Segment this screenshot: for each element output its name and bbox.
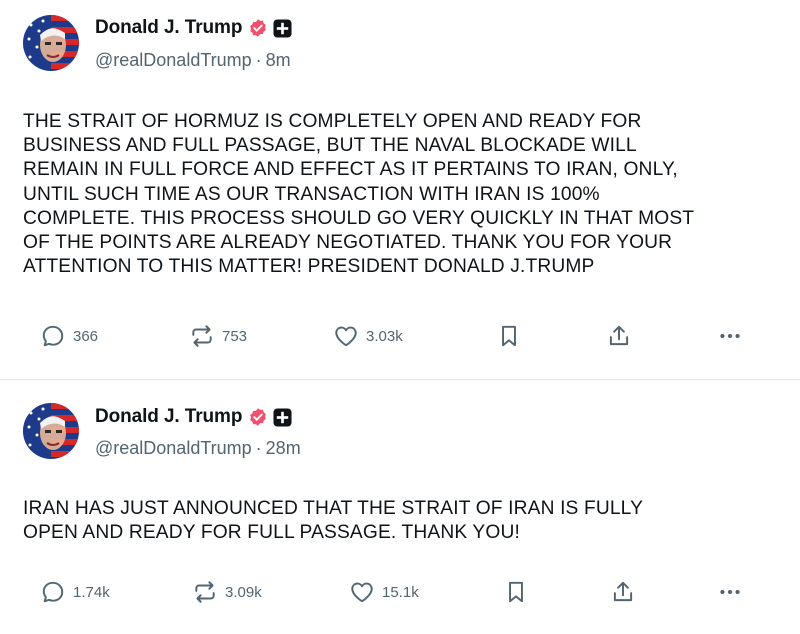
like-count: 3.03k [366, 327, 403, 345]
reply-count: 1.74k [73, 583, 110, 601]
handle-line: @realDonaldTrump · 28m [95, 438, 301, 459]
author-handle[interactable]: @realDonaldTrump [95, 50, 252, 70]
post-text: THE STRAIT OF HORMUZ IS COMPLETELY OPEN … [23, 111, 695, 278]
author-display-name[interactable]: Donald J. Trump [95, 17, 242, 39]
timestamp[interactable]: 8m [266, 50, 291, 70]
more-icon [720, 333, 740, 339]
share-button[interactable] [606, 321, 632, 351]
repost-button[interactable]: 753 [189, 321, 247, 351]
share-icon [609, 325, 629, 346]
separator: · [255, 438, 262, 458]
bookmark-button[interactable] [503, 577, 529, 607]
reply-button[interactable]: 1.74k [40, 577, 110, 607]
plus-badge-icon [273, 18, 292, 38]
avatar[interactable] [23, 403, 79, 459]
repost-icon [195, 581, 215, 603]
author-handle[interactable]: @realDonaldTrump [95, 438, 252, 458]
post[interactable]: Donald J. Trump @realDonaldTrump · 8m THE … [0, 0, 800, 380]
author-display-name[interactable]: Donald J. Trump [95, 406, 242, 428]
avatar[interactable] [23, 15, 79, 71]
heart-icon [335, 326, 357, 347]
reply-button[interactable]: 366 [40, 321, 98, 351]
bookmark-icon [509, 581, 523, 603]
repost-count: 3.09k [225, 583, 262, 601]
reply-icon [42, 581, 64, 603]
post-text: IRAN HAS JUST ANNOUNCED THAT THE STRAIT … [23, 498, 644, 544]
heart-icon [351, 582, 373, 603]
plus-badge-icon [273, 407, 292, 427]
bookmark-icon [502, 325, 516, 347]
post[interactable]: Donald J. Trump @realDonaldTrump · 28m IRA… [0, 381, 800, 634]
more-button[interactable] [717, 321, 743, 351]
more-icon [720, 589, 740, 595]
separator: · [255, 50, 262, 70]
verified-badge-icon [248, 18, 268, 38]
author-name-line: Donald J. Trump [95, 15, 292, 41]
repost-icon [192, 325, 212, 347]
avatar-image [23, 403, 79, 459]
bookmark-button[interactable] [496, 321, 522, 351]
repost-count: 753 [222, 327, 248, 345]
action-bar: 1.74k 3.09k 15.1k [0, 577, 800, 607]
verified-badge-icon [248, 407, 268, 427]
like-count: 15.1k [382, 583, 419, 601]
author-name-line: Donald J. Trump [95, 404, 292, 430]
like-button[interactable]: 3.03k [333, 321, 403, 351]
reply-icon [42, 325, 64, 347]
share-button[interactable] [610, 577, 636, 607]
timestamp[interactable]: 28m [266, 438, 301, 458]
handle-line: @realDonaldTrump · 8m [95, 50, 291, 71]
repost-button[interactable]: 3.09k [192, 577, 262, 607]
more-button[interactable] [717, 577, 743, 607]
like-button[interactable]: 15.1k [349, 577, 419, 607]
action-bar: 366 753 3.03k [0, 321, 800, 351]
share-icon [613, 581, 633, 602]
reply-count: 366 [73, 327, 99, 345]
avatar-image [23, 15, 79, 71]
